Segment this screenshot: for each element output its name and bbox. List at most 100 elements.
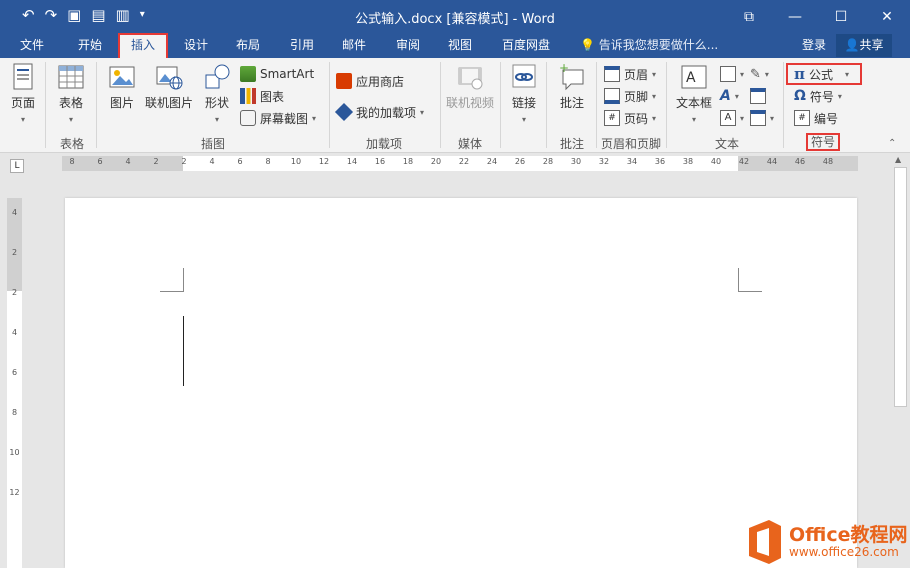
tab-references[interactable]: 引用 xyxy=(278,33,326,58)
svg-text:+: + xyxy=(559,62,569,75)
ruler-tick: 12 xyxy=(9,488,20,497)
chevron-down-icon: ▾ xyxy=(845,69,850,79)
header-icon xyxy=(604,66,620,82)
my-addins-button[interactable]: 我的加载项 ▾ xyxy=(334,102,424,122)
pen-icon: ✎ xyxy=(750,66,761,82)
maximize-button[interactable]: ☐ xyxy=(818,0,864,33)
close-button[interactable]: ✕ xyxy=(864,0,910,33)
header-button[interactable]: 页眉 ▾ xyxy=(604,64,656,84)
group-separator xyxy=(500,62,501,148)
quick-parts-button[interactable]: ▾ xyxy=(720,64,744,84)
ruler-tick: 38 xyxy=(682,157,694,166)
group-label-media: 媒体 xyxy=(457,137,482,151)
tab-home[interactable]: 开始 xyxy=(66,33,114,58)
tab-review[interactable]: 审阅 xyxy=(384,33,432,58)
my-addins-label: 我的加载项 xyxy=(356,105,417,120)
wordart-button[interactable]: A ▾ xyxy=(720,86,739,106)
ruler-tick: 8 xyxy=(265,157,271,166)
quick-parts-icon xyxy=(720,66,736,82)
group-separator xyxy=(45,62,46,148)
tell-me-box[interactable]: 💡 告诉我您想要做什么... xyxy=(580,33,718,58)
tab-file[interactable]: 文件 xyxy=(10,33,54,58)
tab-selector[interactable]: L xyxy=(10,159,24,173)
ruler-tick: 40 xyxy=(710,157,722,166)
vertical-scrollbar[interactable]: ▲ xyxy=(891,153,910,568)
date-time-button[interactable] xyxy=(750,86,766,106)
ruler-tick: 12 xyxy=(318,157,330,166)
footer-button[interactable]: 页脚 ▾ xyxy=(604,86,656,106)
signature-line-button[interactable]: ✎ ▾ xyxy=(750,64,769,84)
online-picture-button[interactable]: 联机图片 xyxy=(144,62,194,111)
pi-icon: π xyxy=(794,65,805,83)
lightbulb-icon: 💡 xyxy=(580,38,595,52)
numbering-button[interactable]: # 编号 xyxy=(794,108,838,128)
chart-icon xyxy=(240,88,256,104)
group-label-symbols: 符号 xyxy=(806,133,840,151)
table-button[interactable]: 表格 ▾ xyxy=(52,62,90,125)
shapes-button[interactable]: 形状 ▾ xyxy=(200,62,234,125)
chevron-down-icon: ▾ xyxy=(770,113,775,123)
office-logo-icon xyxy=(749,520,781,564)
svg-text:A: A xyxy=(686,70,696,86)
document-page[interactable] xyxy=(65,198,857,568)
ruler-tick: 6 xyxy=(237,157,243,166)
store-icon xyxy=(336,73,352,89)
group-label-addins: 加载项 xyxy=(365,137,402,151)
camera-icon xyxy=(240,110,256,126)
store-button[interactable]: 应用商店 xyxy=(336,71,404,91)
tab-design[interactable]: 设计 xyxy=(172,33,220,58)
ruler-tick: 14 xyxy=(346,157,358,166)
page-number-icon: # xyxy=(604,110,620,126)
ruler-tick: 30 xyxy=(570,157,582,166)
online-video-button[interactable]: 联机视频 xyxy=(444,62,496,111)
online-picture-label: 联机图片 xyxy=(144,96,193,110)
group-separator xyxy=(783,62,784,148)
vertical-ruler[interactable]: 4 2 2 4 6 8 10 12 xyxy=(7,198,22,568)
tab-insert[interactable]: 插入 xyxy=(118,33,168,58)
ribbon-display-options-button[interactable]: ⧉ xyxy=(726,0,772,33)
link-button[interactable]: 链接 ▾ xyxy=(506,62,542,125)
ruler-tick: 2 xyxy=(181,157,187,166)
object-button[interactable]: ▾ xyxy=(750,108,774,128)
login-link[interactable]: 登录 xyxy=(802,33,826,58)
symbol-button[interactable]: Ω 符号 ▾ xyxy=(794,86,842,106)
tab-mailings[interactable]: 邮件 xyxy=(330,33,378,58)
ruler-tick: 26 xyxy=(514,157,526,166)
minimize-button[interactable]: — xyxy=(772,0,818,33)
chart-button[interactable]: 图表 xyxy=(240,86,284,106)
share-button[interactable]: 👤共享 xyxy=(836,34,892,57)
picture-icon xyxy=(109,66,135,88)
ruler-tick: 6 xyxy=(97,157,103,166)
ribbon-tabs: 文件 开始 插入 设计 布局 引用 邮件 审阅 视图 百度网盘 💡 告诉我您想要… xyxy=(0,33,910,58)
tab-view[interactable]: 视图 xyxy=(436,33,484,58)
picture-button[interactable]: 图片 xyxy=(104,62,140,111)
watermark-brand: Office教程网 xyxy=(789,524,908,546)
group-separator xyxy=(546,62,547,148)
tab-baidu-netdisk[interactable]: 百度网盘 xyxy=(494,33,558,58)
ruler-tick: 36 xyxy=(654,157,666,166)
title-bar: ↶ ↷ ▣ ▤ ▥ ▾ 公式输入.docx [兼容模式] - Word ⧉ — … xyxy=(0,0,910,33)
page-button[interactable]: 页面 ▾ xyxy=(6,62,40,125)
textbox-button[interactable]: A 文本框 ▾ xyxy=(672,62,716,125)
textbox-label: 文本框 xyxy=(675,96,712,110)
page-number-button[interactable]: # 页码 ▾ xyxy=(604,108,656,128)
scrollbar-thumb[interactable] xyxy=(894,167,907,407)
scroll-up-icon[interactable]: ▲ xyxy=(895,155,901,164)
drop-cap-button[interactable]: A ▾ xyxy=(720,108,744,128)
ruler-tick: 8 xyxy=(69,157,75,166)
screenshot-button[interactable]: 屏幕截图 ▾ xyxy=(240,108,316,128)
comment-icon: + xyxy=(559,62,584,91)
comment-button[interactable]: + 批注 xyxy=(554,62,590,111)
equation-label: 公式 xyxy=(808,67,833,82)
collapse-ribbon-icon[interactable]: ⌃ xyxy=(888,138,896,149)
comment-label: 批注 xyxy=(559,96,584,110)
watermark: Office教程网 www.office26.com xyxy=(745,518,910,568)
ruler-tick: 10 xyxy=(9,448,20,457)
equation-button[interactable]: π 公式 ▾ xyxy=(786,63,862,85)
share-label: 共享 xyxy=(859,38,884,52)
group-separator xyxy=(96,62,97,148)
tab-layout[interactable]: 布局 xyxy=(224,33,272,58)
tell-me-text: 告诉我您想要做什么... xyxy=(598,38,719,52)
horizontal-ruler[interactable]: 8 6 4 2 2 4 6 8 10 12 14 16 18 20 22 24 26 28 30 32 34 36 38 40… xyxy=(62,156,858,171)
smartart-button[interactable]: SmartArt xyxy=(240,64,314,84)
